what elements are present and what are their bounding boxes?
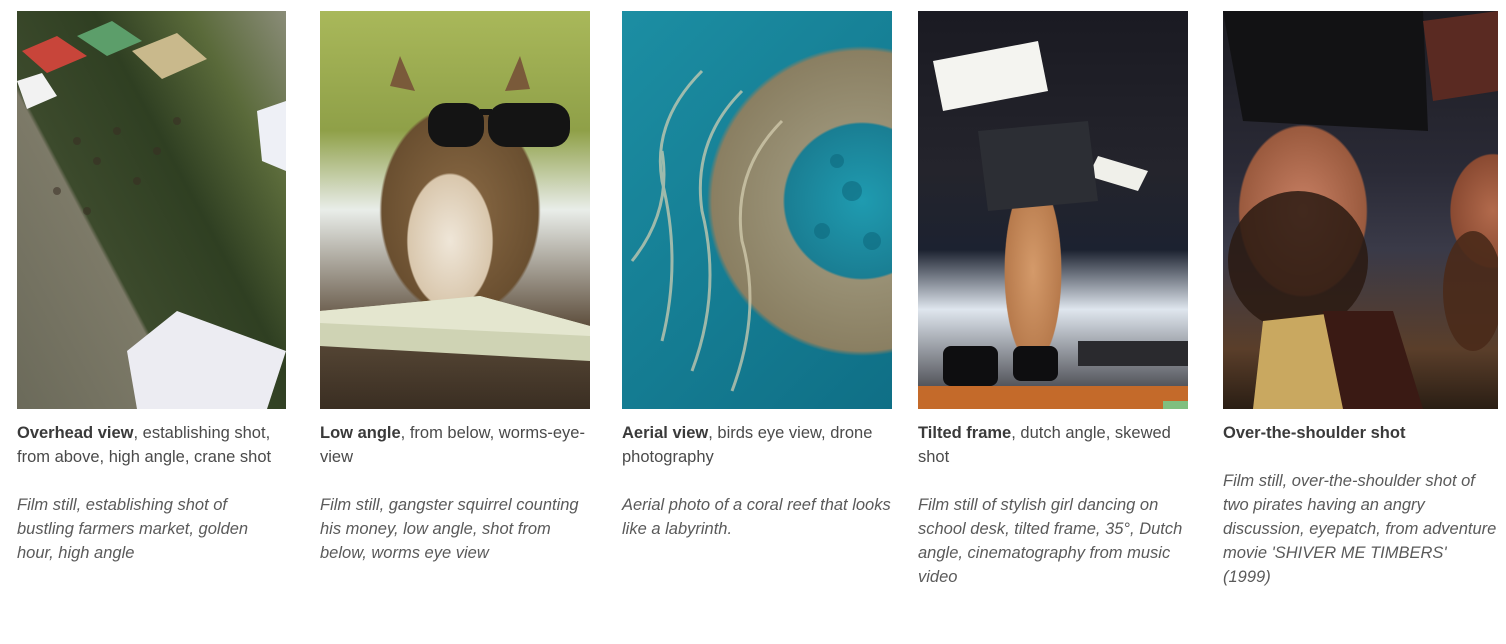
market-tents-illustration: [17, 21, 286, 409]
caption-overhead-view: Overhead view, establishing shot, from a…: [17, 421, 286, 469]
card-low-angle: Low angle, from below, worms-eye-view Fi…: [320, 11, 590, 565]
caption-title: Tilted frame: [918, 424, 1012, 442]
caption-title: Overhead view: [17, 424, 134, 442]
pirates-image: [1223, 11, 1498, 409]
card-over-the-shoulder: Over-the-shoulder shot Film still, over-…: [1223, 11, 1498, 589]
farmers-market-image: [17, 11, 286, 409]
squirrel-illustration: [320, 56, 590, 361]
squirrel-image: [320, 11, 590, 409]
prompt-over-the-shoulder: Film still, over-the-shoulder shot of tw…: [1223, 472, 1497, 586]
pirates-illustration: [1223, 11, 1498, 409]
dancer-illustration: [918, 41, 1188, 409]
card-tilted-frame: Tilted frame, dutch angle, skewed shot F…: [918, 11, 1188, 589]
coral-reef-image: [622, 11, 892, 409]
prompt-low-angle: Film still, gangster squirrel counting h…: [320, 496, 579, 562]
prompt-aerial-view: Aerial photo of a coral reef that looks …: [622, 496, 891, 538]
dancing-girl-image: [918, 11, 1188, 409]
caption-title: Over-the-shoulder shot: [1223, 424, 1406, 442]
card-overhead-view: Overhead view, establishing shot, from a…: [17, 11, 286, 565]
card-aerial-view: Aerial view, birds eye view, drone photo…: [622, 11, 892, 541]
reef-illustration: [630, 69, 881, 392]
prompt-overhead-view: Film still, establishing shot of bustlin…: [17, 496, 249, 562]
caption-over-the-shoulder: Over-the-shoulder shot: [1223, 421, 1498, 445]
prompt-tilted-frame: Film still of stylish girl dancing on sc…: [918, 496, 1183, 586]
caption-low-angle: Low angle, from below, worms-eye-view: [320, 421, 590, 469]
caption-title: Low angle: [320, 424, 401, 442]
caption-aerial-view: Aerial view, birds eye view, drone photo…: [622, 421, 892, 469]
caption-tilted-frame: Tilted frame, dutch angle, skewed shot: [918, 421, 1188, 469]
caption-title: Aerial view: [622, 424, 709, 442]
